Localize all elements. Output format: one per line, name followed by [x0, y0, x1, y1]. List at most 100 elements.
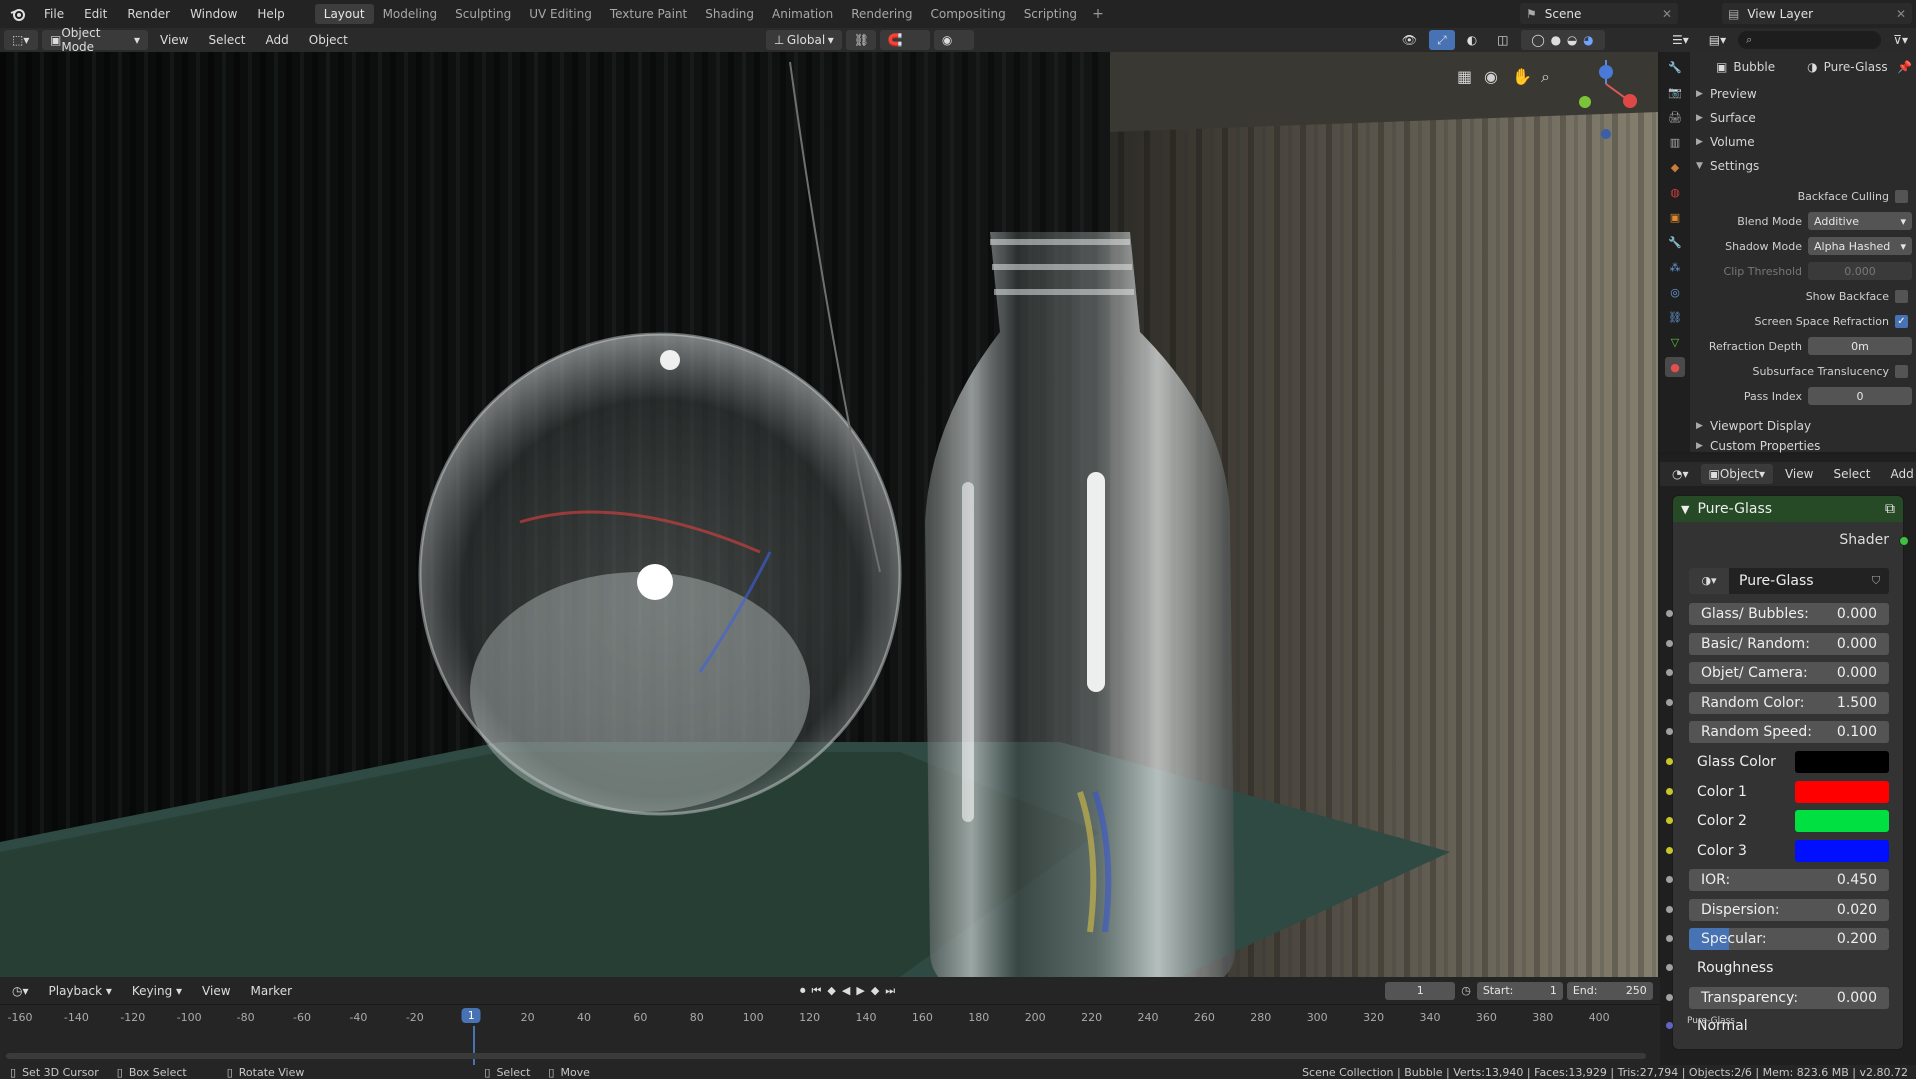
scene-tab-icon[interactable]: ◆	[1665, 157, 1685, 177]
menu-edit[interactable]: Edit	[74, 0, 117, 28]
color-socket[interactable]	[1665, 757, 1674, 766]
particles-tab-icon[interactable]: ⁂	[1665, 257, 1685, 277]
editor-type-button[interactable]: ☰▾	[1664, 30, 1697, 50]
modifier-tab-icon[interactable]: 🔧	[1665, 232, 1685, 252]
gizmo-toggle-icon[interactable]: ⤢	[1429, 30, 1455, 50]
objet-camera-field[interactable]: Objet/ Camera: 0.000	[1689, 662, 1889, 684]
input-socket[interactable]	[1665, 934, 1674, 943]
menu-playback[interactable]: Playback ▾	[41, 981, 120, 1001]
panel-viewport-display[interactable]: ▶ Viewport Display	[1696, 415, 1912, 437]
specular-field[interactable]: Specular: 0.200	[1689, 928, 1889, 950]
overlay-icon[interactable]: ◐	[1459, 30, 1485, 50]
shading-buttons[interactable]: ◯ ● ◒ ◕	[1520, 30, 1605, 50]
menu-help[interactable]: Help	[247, 0, 294, 28]
node-tree-icon[interactable]: ◑▾	[1689, 568, 1729, 594]
glass-color-swatch[interactable]	[1795, 751, 1889, 773]
grid-view-icon[interactable]: ▦	[1457, 67, 1472, 86]
shader-type-dropdown[interactable]: ▣ Object ▾	[1700, 464, 1773, 484]
view-layer-selector[interactable]: ▤ View Layer ✕	[1722, 3, 1912, 24]
editor-type-button[interactable]: ◔▾	[1664, 464, 1697, 484]
wireframe-shading-icon[interactable]: ◯	[1531, 33, 1544, 47]
display-mode-icon[interactable]: ▤▾	[1701, 30, 1734, 50]
proportional-edit-button[interactable]: ◉	[933, 30, 974, 50]
play-reverse-icon[interactable]: ◀	[842, 984, 850, 998]
play-icon[interactable]: ▶	[856, 984, 864, 998]
tab-scripting[interactable]: Scripting	[1015, 4, 1086, 24]
ior-field[interactable]: IOR: 0.450	[1689, 869, 1889, 891]
3d-viewport[interactable]: ▦ ◉ ✋ ⌕	[0, 52, 1658, 977]
editor-type-button[interactable]: ⬚▾	[4, 30, 38, 50]
ssr-checkbox[interactable]: ✓	[1895, 314, 1908, 328]
zoom-icon[interactable]: ⌕	[1541, 67, 1550, 86]
scene-selector[interactable]: ⚑ Scene ✕	[1520, 3, 1678, 24]
menu-file[interactable]: File	[34, 0, 74, 28]
render-tab-icon[interactable]: 📷	[1665, 82, 1685, 102]
input-socket[interactable]	[1665, 727, 1674, 736]
blender-logo-icon[interactable]	[8, 4, 28, 24]
menu-add[interactable]: Add	[1882, 464, 1916, 484]
transparency-field[interactable]: Transparency: 0.000	[1689, 987, 1889, 1009]
input-socket[interactable]	[1665, 698, 1674, 707]
clip-threshold-field[interactable]: 0.000	[1808, 262, 1912, 280]
view-layer-tab-icon[interactable]: ▥	[1665, 132, 1685, 152]
color-socket[interactable]	[1665, 846, 1674, 855]
panel-surface[interactable]: ▶ Surface	[1696, 107, 1912, 129]
input-socket[interactable]	[1665, 609, 1674, 618]
close-icon[interactable]: ✕	[1896, 7, 1906, 21]
tab-modeling[interactable]: Modeling	[374, 4, 447, 24]
current-frame-field[interactable]: 1	[1385, 981, 1456, 1000]
shader-output-socket[interactable]	[1899, 536, 1909, 546]
blend-mode-dropdown[interactable]: Additive ▾	[1808, 212, 1912, 230]
panel-custom-properties[interactable]: ▶ Custom Properties	[1696, 439, 1912, 453]
pan-hand-icon[interactable]: ✋	[1512, 67, 1532, 86]
tab-texture-paint[interactable]: Texture Paint	[601, 4, 696, 24]
tab-layout[interactable]: Layout	[314, 4, 374, 24]
tab-uv-editing[interactable]: UV Editing	[520, 4, 601, 24]
shadow-mode-dropdown[interactable]: Alpha Hashed ▾	[1808, 237, 1912, 255]
node-group-icon[interactable]: ⧉	[1885, 501, 1895, 517]
color-2-swatch[interactable]	[1795, 810, 1889, 832]
mode-dropdown[interactable]: ▣ Object Mode ▾	[42, 26, 148, 54]
tab-shading[interactable]: Shading	[696, 4, 763, 24]
output-tab-icon[interactable]: 🖨	[1665, 107, 1685, 127]
tool-tab-icon[interactable]: 🔧	[1665, 57, 1685, 77]
menu-add[interactable]: Add	[258, 30, 297, 50]
object-tab-icon[interactable]: ▣	[1665, 207, 1685, 227]
timeline-scrollbar[interactable]	[6, 1053, 1646, 1059]
tab-compositing[interactable]: Compositing	[921, 4, 1014, 24]
menu-select[interactable]: Select	[1825, 464, 1878, 484]
refraction-depth-field[interactable]: 0m	[1808, 337, 1912, 355]
pivot-point-button[interactable]: ⛓	[845, 30, 876, 50]
fake-user-shield-icon[interactable]: ⛉	[1863, 574, 1889, 588]
pass-index-field[interactable]: 0	[1808, 387, 1912, 405]
panel-preview[interactable]: ▶ Preview	[1696, 83, 1912, 105]
tab-sculpting[interactable]: Sculpting	[446, 4, 520, 24]
glass-bubbles-field[interactable]: Glass/ Bubbles: 0.000	[1689, 603, 1889, 625]
input-socket[interactable]	[1665, 875, 1674, 884]
backface-culling-checkbox[interactable]	[1895, 189, 1908, 203]
jump-end-icon[interactable]: ⏭	[885, 984, 895, 998]
transform-orientation-dropdown[interactable]: ⊥ Global ▾	[765, 30, 842, 50]
material-tab-icon[interactable]: ●	[1665, 357, 1685, 377]
camera-view-icon[interactable]: ◉	[1484, 67, 1498, 86]
xray-icon[interactable]: ◫	[1489, 30, 1516, 50]
current-frame-marker[interactable]: 1	[461, 1008, 481, 1023]
basic-random-field[interactable]: Basic/ Random: 0.000	[1689, 633, 1889, 655]
show-backface-checkbox[interactable]	[1895, 289, 1908, 303]
color-3-swatch[interactable]	[1795, 840, 1889, 862]
tab-animation[interactable]: Animation	[763, 4, 842, 24]
input-socket[interactable]	[1665, 905, 1674, 914]
node-header[interactable]: ▼ Pure-Glass ⧉	[1673, 496, 1903, 522]
menu-view[interactable]: View	[1777, 464, 1821, 484]
input-socket[interactable]	[1665, 993, 1674, 1002]
prev-keyframe-icon[interactable]: ◆	[827, 984, 835, 998]
color-socket[interactable]	[1665, 787, 1674, 796]
panel-settings[interactable]: ▼ Settings	[1696, 155, 1912, 177]
search-input[interactable]: ⌕	[1738, 31, 1882, 49]
color-1-swatch[interactable]	[1795, 781, 1889, 803]
menu-keying[interactable]: Keying ▾	[124, 981, 190, 1001]
node-group-selector[interactable]: ◑▾ Pure-Glass ⛉	[1689, 568, 1889, 594]
filter-icon[interactable]: ⊽▾	[1885, 30, 1916, 50]
input-socket[interactable]	[1665, 639, 1674, 648]
record-icon[interactable]: ⏺	[800, 984, 806, 998]
